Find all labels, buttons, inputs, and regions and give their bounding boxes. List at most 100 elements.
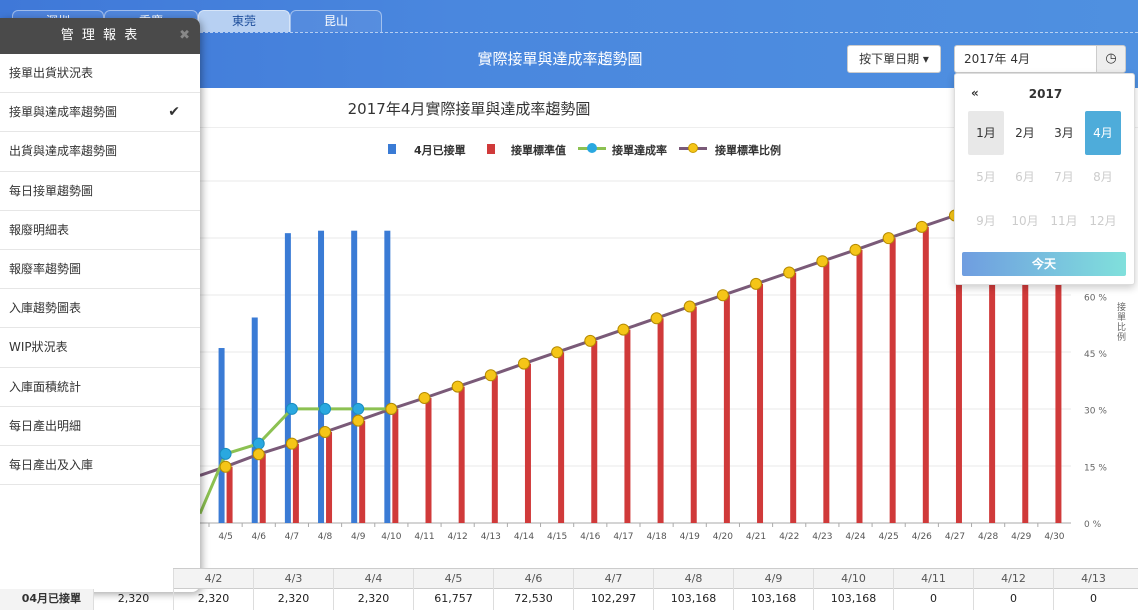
- sidebar-item[interactable]: 報廢明細表: [0, 211, 200, 250]
- sidebar-item[interactable]: 接單出貨狀況表: [0, 54, 200, 94]
- y2-axis-label: 接單比例: [1115, 302, 1125, 342]
- table-cell: 103,168: [653, 589, 733, 610]
- order-bar: [384, 230, 391, 523]
- x-tick-label: 4/29: [1011, 532, 1031, 542]
- standard-bar: [359, 420, 366, 523]
- table-cell: 61,757: [413, 589, 493, 610]
- standard-bar: [922, 226, 929, 524]
- standard-ratio-point: [816, 255, 829, 268]
- x-tick-label: 4/21: [746, 532, 766, 542]
- sidebar-item[interactable]: WIP狀況表: [0, 328, 200, 368]
- today-button[interactable]: 今天: [962, 252, 1126, 276]
- x-tick-label: 4/11: [414, 532, 434, 542]
- month-cell: 9月: [976, 214, 996, 228]
- month-cell[interactable]: 2月: [1007, 111, 1043, 155]
- standard-ratio-point: [683, 300, 696, 313]
- table-cell: 2,320: [93, 589, 173, 610]
- table-row: 04月已接單 2,320 2,320 2,320 2,320 61,757 72,530…: [0, 589, 1138, 610]
- y2-tick-label: 0 %: [1084, 520, 1102, 530]
- sidebar-item[interactable]: 入庫面積統計: [0, 368, 200, 407]
- standard-ratio-point: [750, 277, 763, 290]
- table-cell: 103,168: [733, 589, 813, 610]
- order-bar: [218, 348, 225, 523]
- standard-bar: [591, 340, 598, 523]
- x-tick-label: 4/27: [945, 532, 965, 542]
- standard-ratio-point: [352, 414, 365, 427]
- standard-ratio-point: [418, 391, 431, 404]
- table-cell: 0: [973, 589, 1053, 610]
- sidebar-item-label: 出貨與達成率趨勢圖: [9, 144, 118, 159]
- month-cell: 5月: [976, 170, 996, 184]
- standard-ratio-point: [650, 312, 663, 325]
- table-cell: 0: [1053, 589, 1133, 610]
- sidebar-item-label: 每日產出明細: [9, 418, 82, 433]
- month-cell[interactable]: 4月: [1085, 111, 1121, 155]
- standard-bar: [425, 397, 432, 523]
- sidebar-item-label: 接單與達成率趨勢圖: [9, 105, 118, 120]
- table-header-cell: 4/3: [253, 569, 333, 590]
- x-tick-label: 4/20: [713, 532, 733, 542]
- y2-tick-label: 60 %: [1084, 293, 1107, 303]
- table-header-cell: 4/7: [573, 569, 653, 590]
- x-tick-label: 4/13: [481, 532, 501, 542]
- table-header-cell: 4/9: [733, 569, 813, 590]
- order-bar: [351, 230, 358, 523]
- report-menu-title: 管 理 報 表: [60, 28, 140, 43]
- sidebar-item[interactable]: 每日接單趨勢圖: [0, 172, 200, 211]
- sidebar-item[interactable]: 每日產出及入庫: [0, 446, 200, 486]
- achievement-point: [252, 437, 265, 450]
- x-tick-label: 4/9: [351, 532, 366, 542]
- x-tick-label: 4/12: [448, 532, 468, 542]
- standard-bar: [723, 295, 730, 523]
- sidebar-item[interactable]: 報廢率趨勢圖: [0, 250, 200, 290]
- month-cell: 7月: [1054, 170, 1074, 184]
- x-tick-label: 4/28: [978, 532, 998, 542]
- sidebar-item[interactable]: 每日產出明細: [0, 407, 200, 446]
- month-cell[interactable]: 3月: [1046, 111, 1082, 155]
- table-header-cell: 4/5: [413, 569, 493, 590]
- table-cell: 2,320: [173, 589, 253, 610]
- x-tick-label: 4/26: [912, 532, 932, 542]
- x-tick-label: 4/17: [613, 532, 633, 542]
- sidebar-item[interactable]: 出貨與達成率趨勢圖: [0, 132, 200, 172]
- standard-bar: [757, 283, 764, 523]
- row-label: 04月已接單: [0, 589, 93, 610]
- sidebar-item-label: 入庫面積統計: [9, 379, 82, 394]
- report-menu-header: 管 理 報 表 ✖: [0, 18, 200, 54]
- x-tick-label: 4/25: [879, 532, 899, 542]
- standard-bar: [524, 363, 531, 523]
- x-tick-label: 4/16: [580, 532, 600, 542]
- table-header-cell: 4/8: [653, 569, 733, 590]
- month-cell: 11月: [1050, 214, 1078, 228]
- y2-tick-label: 30 %: [1084, 407, 1107, 417]
- standard-ratio-point: [716, 289, 729, 302]
- month-cell: 12月: [1089, 214, 1117, 228]
- sidebar-item[interactable]: 入庫趨勢圖表: [0, 289, 200, 329]
- standard-bar: [657, 318, 664, 523]
- close-icon[interactable]: ✖: [179, 18, 190, 54]
- standard-ratio-point: [285, 437, 298, 450]
- sidebar-item[interactable]: 接單與達成率趨勢圖 ✔: [0, 93, 200, 133]
- data-table: 4/2 4/3 4/4 4/5 4/6 4/7 4/8 4/9 4/10 4/11 4/12 4/13…: [0, 568, 1138, 610]
- standard-ratio-point: [517, 357, 530, 370]
- achievement-point: [352, 402, 365, 415]
- table-cell: 102,297: [573, 589, 653, 610]
- standard-bar: [790, 272, 797, 523]
- standard-ratio-point: [252, 448, 265, 461]
- standard-bar: [624, 329, 631, 523]
- sidebar-item-label: WIP狀況表: [9, 340, 68, 355]
- x-tick-label: 4/18: [646, 532, 666, 542]
- picker-year[interactable]: 2017: [955, 87, 1136, 101]
- standard-ratio-point: [484, 369, 497, 382]
- x-tick-label: 4/19: [680, 532, 700, 542]
- standard-bar: [889, 238, 896, 523]
- achievement-point: [319, 402, 332, 415]
- x-tick-label: 4/15: [547, 532, 567, 542]
- standard-bar: [856, 249, 863, 523]
- order-bar: [251, 317, 258, 523]
- standard-ratio-point: [451, 380, 464, 393]
- x-tick-label: 4/23: [812, 532, 832, 542]
- standard-bar: [690, 306, 697, 523]
- month-cell[interactable]: 1月: [968, 111, 1004, 155]
- standard-bar: [392, 408, 399, 523]
